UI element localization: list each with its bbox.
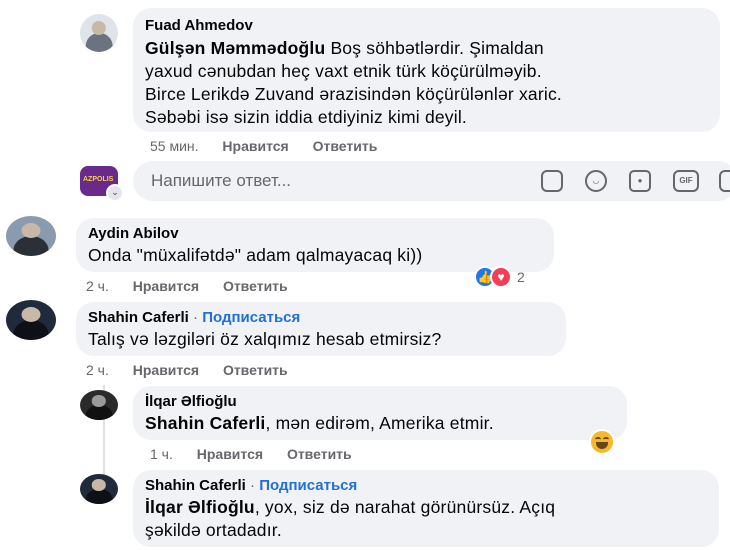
comment-text: İlqar Əlfioğlu, yox, siz də narahat görü… — [145, 496, 707, 542]
avatar-figure — [13, 236, 49, 256]
avatar-figure — [13, 320, 49, 340]
comment-line-3: Birce Lerikdə Zuvand ərazisindən köçürül… — [145, 84, 562, 104]
avatar-figure — [85, 405, 113, 420]
comment-text: Shahin Caferli, mən edirəm, Amerika etmi… — [145, 412, 615, 435]
comment-line-1: Boş söhbətlərdir. Şimaldan — [330, 38, 544, 58]
reaction-summary[interactable]: 👍 ♥ 2 — [474, 266, 525, 288]
comment-author-row: Shahin Caferli · Подписаться — [145, 477, 707, 495]
emoji-icon[interactable]: ◡ — [585, 170, 607, 192]
like-button[interactable]: Нравится — [222, 138, 288, 154]
comment-time[interactable]: 1 ч. — [150, 446, 173, 462]
comment-author-row: Shahin Caferli · Подписаться — [88, 309, 554, 327]
avatar-aydin-abilov[interactable] — [6, 216, 56, 256]
mention-link[interactable]: İlqar Əlfioğlu — [145, 497, 255, 517]
gif-icon[interactable]: GIF — [673, 170, 699, 192]
comment-bubble-shahin: Shahin Caferli · Подписаться Talış və lə… — [76, 302, 566, 356]
follow-button[interactable]: Подписаться — [259, 477, 357, 494]
reply-button[interactable]: Ответить — [223, 362, 288, 378]
comment-actions: 1 ч. Нравится Ответить — [150, 446, 372, 462]
comment-author[interactable]: Shahin Caferli — [88, 309, 189, 326]
comment-line-4: Səbəbi isə sizin iddia etdiyiniz kimi de… — [145, 107, 467, 127]
avatar-logo-text: AZPOLIS — [83, 176, 114, 183]
reply-button[interactable]: Ответить — [223, 278, 288, 294]
avatar-dropdown-icon[interactable]: ⌄ — [106, 184, 124, 202]
comment-actions: 2 ч. Нравится Ответить — [86, 278, 308, 294]
comment-time[interactable]: 2 ч. — [86, 278, 109, 294]
comment-text: Gülşən Məmmədoğlu Boş söhbətlərdir. Şima… — [145, 37, 708, 129]
comment-line-2: şəkildə ortadadır. — [145, 520, 282, 540]
comment-author[interactable]: Shahin Caferli — [145, 477, 246, 494]
separator-dot: · — [250, 477, 256, 494]
avatar-figure — [85, 33, 113, 52]
comment-text: Talış və ləzgiləri öz xalqımız hesab etm… — [88, 329, 442, 349]
like-button[interactable]: Нравится — [133, 362, 199, 378]
like-button[interactable]: Нравится — [133, 278, 199, 294]
comment-bubble-fuad: Fuad Ahmedov Gülşən Məmmədoğlu Boş söhbə… — [133, 8, 720, 132]
comment-text: Onda "müxalifətdə" adam qalmayacaq ki)) — [88, 245, 423, 265]
avatar-fuad-ahmedov[interactable] — [80, 14, 118, 52]
reply-button[interactable]: Ответить — [287, 446, 352, 462]
comment-bubble-aydin: Aydin Abilov Onda "müxalifətdə" adam qal… — [76, 218, 554, 272]
comment-time[interactable]: 55 мин. — [150, 138, 199, 154]
mention-link[interactable]: Shahin Caferli — [145, 413, 265, 433]
follow-button[interactable]: Подписаться — [202, 309, 300, 326]
haha-reaction-icon[interactable] — [589, 429, 615, 455]
sticker-icon[interactable] — [541, 170, 563, 192]
comment-actions: 55 мин. Нравится Ответить — [150, 138, 397, 154]
separator-dot: · — [193, 309, 199, 326]
comment-bubble-shahin-reply: Shahin Caferli · Подписаться İlqar Əlfio… — [133, 470, 719, 547]
reply-placeholder: Напишите ответ... — [151, 171, 292, 190]
camera-icon[interactable]: ● — [629, 170, 651, 192]
reply-button[interactable]: Ответить — [313, 138, 378, 154]
comment-actions: 2 ч. Нравится Ответить — [86, 362, 308, 378]
comment-author[interactable]: Aydin Abilov — [88, 225, 542, 243]
sticker-more-icon[interactable] — [719, 170, 730, 192]
comment-author[interactable]: İlqar Əlfioğlu — [145, 393, 615, 411]
avatar-ilqar-elfioglu[interactable] — [80, 390, 118, 420]
like-button[interactable]: Нравится — [197, 446, 263, 462]
avatar-figure — [85, 489, 113, 504]
avatar-shahin-caferli-reply[interactable] — [80, 474, 118, 504]
emoji-mouth — [596, 442, 608, 449]
comment-line-2: yaxud cənubdan heç vaxt etnik türk köçür… — [145, 61, 542, 81]
comment-line-1: , yox, siz də narahat görünürsüz. Açıq — [254, 497, 556, 517]
comment-body: , mən edirəm, Amerika etmir. — [265, 413, 494, 433]
mention-link[interactable]: Gülşən Məmmədoğlu — [145, 38, 325, 58]
comment-author[interactable]: Fuad Ahmedov — [145, 17, 708, 35]
comment-bubble-ilqar: İlqar Əlfioğlu Shahin Caferli, mən edirə… — [133, 386, 627, 440]
reaction-count: 2 — [517, 269, 525, 285]
reply-input[interactable]: Напишите ответ... ◡ ● GIF — [133, 161, 730, 201]
love-reaction-icon: ♥ — [490, 266, 512, 288]
comment-time[interactable]: 2 ч. — [86, 362, 109, 378]
avatar-shahin-caferli[interactable] — [6, 300, 56, 340]
